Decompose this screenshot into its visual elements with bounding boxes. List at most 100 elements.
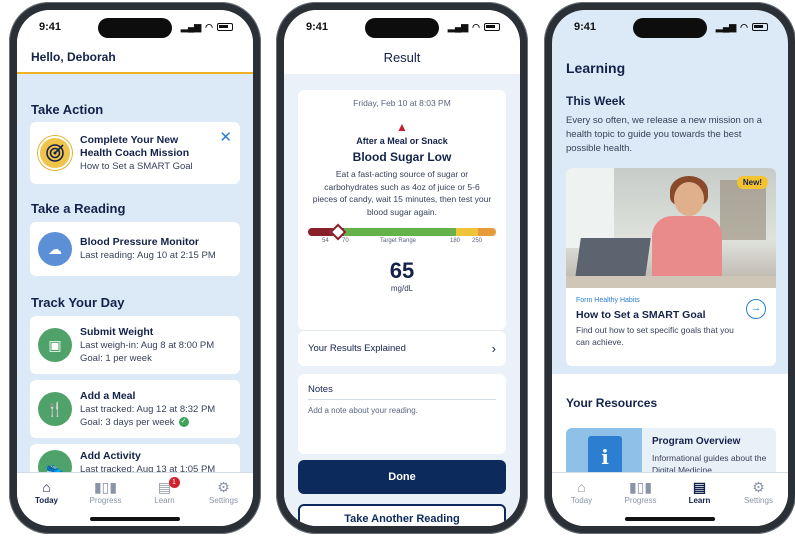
today-screen: 9:41 ▂▄▆ ◠ Hello, Deborah Take Action Co… xyxy=(17,10,253,526)
tick: 54 xyxy=(322,238,329,244)
reading-card[interactable]: ☁ Blood Pressure Monitor Last reading: A… xyxy=(30,222,240,276)
feature-photo: New! xyxy=(566,168,776,288)
tab-today[interactable]: ⌂ Today xyxy=(22,479,72,526)
submit-weight-title: Submit Weight xyxy=(80,325,154,338)
dynamic-island xyxy=(98,18,172,38)
home-icon: ⌂ xyxy=(42,479,51,495)
notification-badge: 1 xyxy=(168,477,180,488)
add-meal-last: Last tracked: Aug 12 at 8:32 PM xyxy=(80,403,216,415)
tab-label: Settings xyxy=(209,496,238,505)
tab-label: Learn xyxy=(154,496,175,505)
page-title: Result xyxy=(383,50,421,65)
greeting: Hello, Deborah xyxy=(31,50,116,64)
tab-today[interactable]: ⌂ Today xyxy=(557,479,607,526)
tab-label: Progress xyxy=(624,496,657,505)
page-title: Learning xyxy=(566,60,626,76)
mission-title: Complete Your New Health Coach Mission xyxy=(80,133,190,159)
take-another-reading-button[interactable]: Take Another Reading xyxy=(298,504,506,526)
reading-subtitle: Last reading: Aug 10 at 2:15 PM xyxy=(80,250,216,261)
add-meal-title: Add a Meal xyxy=(80,389,136,402)
range-ticks: 54 70 Target Range 180 250 xyxy=(308,238,496,248)
tab-label: Learn xyxy=(688,496,711,505)
notes-card[interactable]: Notes Add a note about your reading. xyxy=(298,374,506,454)
resources-title: Your Resources xyxy=(566,396,658,410)
results-explained-label: Your Results Explained xyxy=(308,343,406,354)
add-meal-goal: Goal: 3 days per week xyxy=(80,416,175,428)
gear-icon: ⚙ xyxy=(752,479,765,495)
bar-chart-icon: ▮▯▮ xyxy=(93,479,118,495)
tab-settings[interactable]: ⚙ Settings xyxy=(199,479,249,526)
feature-title: How to Set a SMART Goal xyxy=(576,309,706,321)
tick: 70 xyxy=(342,238,349,244)
signal-icon: ▂▄▆ xyxy=(180,21,202,32)
submit-weight-text: Submit Weight Last weigh-in: Aug 8 at 8:… xyxy=(80,326,214,365)
home-icon: ⌂ xyxy=(577,479,586,495)
reading-context: After a Meal or Snack xyxy=(356,136,448,146)
result-header: Result xyxy=(284,44,520,74)
phone-learn: 9:41 ▂▄▆ ◠ Learning This Week Every so o… xyxy=(544,2,795,534)
track-day-title: Track Your Day xyxy=(31,295,125,310)
this-week-intro: Every so often, we release a new mission… xyxy=(566,115,762,154)
fork-knife-icon: 🍴 xyxy=(38,392,72,426)
status-time: 9:41 xyxy=(574,21,597,33)
gear-icon: ⚙ xyxy=(217,479,230,495)
new-badge: New! xyxy=(736,176,768,189)
cloud-device-icon: ☁ xyxy=(38,232,72,266)
done-button[interactable]: Done xyxy=(298,460,506,494)
dynamic-island xyxy=(365,18,439,38)
add-meal-card[interactable]: 🍴 Add a Meal Last tracked: Aug 12 at 8:3… xyxy=(30,380,240,438)
tick: 180 xyxy=(450,238,461,244)
book-icon: ▤ xyxy=(692,479,707,495)
target-icon xyxy=(38,136,72,170)
dynamic-island xyxy=(633,18,707,38)
mission-card[interactable]: Complete Your New Health Coach Mission H… xyxy=(30,122,240,184)
tick-target: Target Range xyxy=(380,238,417,244)
result-screen: 9:41 ▂▄▆ ◠ Result Friday, Feb 10 at 8:03… xyxy=(284,10,520,526)
status-icons: ▂▄▆ ◠ xyxy=(716,22,768,33)
status-icons: ▂▄▆ ◠ xyxy=(181,22,233,33)
signal-icon: ▂▄▆ xyxy=(447,21,469,32)
notes-placeholder: Add a note about your reading. xyxy=(308,406,418,415)
glucose-unit: mg/dL xyxy=(390,284,414,293)
wifi-icon: ◠ xyxy=(740,21,748,32)
tab-label: Settings xyxy=(744,496,773,505)
take-action-title: Take Action xyxy=(31,102,104,117)
wifi-icon: ◠ xyxy=(205,21,213,32)
submit-weight-goal: Goal: 1 per week xyxy=(80,352,152,364)
chevron-right-icon: › xyxy=(491,341,496,356)
reading-advice: Eat a fast-acting source of sugar or car… xyxy=(312,169,492,217)
submit-weight-card[interactable]: ▣ Submit Weight Last weigh-in: Aug 8 at … xyxy=(30,316,240,374)
learn-screen: 9:41 ▂▄▆ ◠ Learning This Week Every so o… xyxy=(552,10,788,526)
tab-settings[interactable]: ⚙ Settings xyxy=(734,479,784,526)
wifi-icon: ◠ xyxy=(472,21,480,32)
range-bar xyxy=(308,223,496,241)
battery-icon xyxy=(752,23,768,31)
tab-label: Today xyxy=(570,496,593,505)
scale-icon: ▣ xyxy=(38,328,72,362)
submit-weight-last: Last weigh-in: Aug 8 at 8:00 PM xyxy=(80,339,215,351)
tab-label: Progress xyxy=(89,496,122,505)
home-indicator xyxy=(90,517,180,521)
bar-chart-icon: ▮▯▮ xyxy=(628,479,653,495)
add-meal-goal-row: Goal: 3 days per week ✓ xyxy=(80,416,215,429)
tick: 250 xyxy=(472,238,483,244)
phone-today: 9:41 ▂▄▆ ◠ Hello, Deborah Take Action Co… xyxy=(9,2,261,534)
result-card: Friday, Feb 10 at 8:03 PM ▲ After a Meal… xyxy=(298,90,506,330)
reading-date: Friday, Feb 10 at 8:03 PM xyxy=(353,98,451,108)
greeting-header: Hello, Deborah xyxy=(17,44,253,74)
this-week-title: This Week xyxy=(566,94,626,108)
reading-status: Blood Sugar Low xyxy=(352,150,452,164)
feature-category: Form Healthy Habits xyxy=(576,297,640,304)
add-meal-text: Add a Meal Last tracked: Aug 12 at 8:32 … xyxy=(80,390,215,429)
close-icon[interactable]: ✕ xyxy=(219,128,232,146)
tab-label: Today xyxy=(35,496,58,505)
phone-result: 9:41 ▂▄▆ ◠ Result Friday, Feb 10 at 8:03… xyxy=(276,2,528,534)
reading-text: Blood Pressure Monitor Last reading: Aug… xyxy=(80,236,216,262)
feature-card[interactable]: New! Form Healthy Habits How to Set a SM… xyxy=(566,168,776,366)
results-explained-row[interactable]: Your Results Explained › xyxy=(298,330,506,366)
reading-title: Blood Pressure Monitor xyxy=(80,236,200,248)
add-activity-title: Add Activity xyxy=(80,450,141,462)
status-icons: ▂▄▆ ◠ xyxy=(448,22,500,33)
resource-title: Program Overview xyxy=(652,436,741,447)
arrow-right-icon[interactable]: → xyxy=(746,299,766,319)
